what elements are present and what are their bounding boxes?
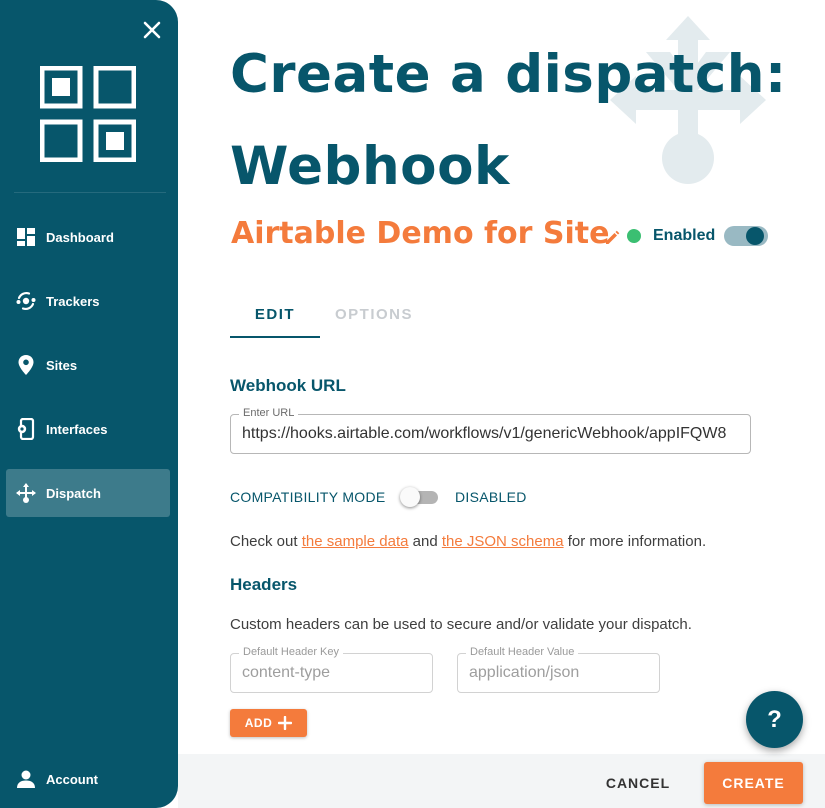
webhook-url-field-label: Enter URL bbox=[239, 407, 299, 419]
sidebar-item-label: Trackers bbox=[46, 293, 100, 309]
header-value-field-label: Default Header Value bbox=[466, 646, 579, 658]
webhook-url-heading: Webhook URL bbox=[230, 376, 346, 395]
add-header-button[interactable]: ADD bbox=[230, 709, 307, 737]
headers-description: Custom headers can be used to secure and… bbox=[230, 616, 692, 633]
compatibility-mode-toggle[interactable] bbox=[400, 487, 440, 507]
webhook-url-field[interactable]: Enter URL https://hooks.airtable.com/wor… bbox=[230, 407, 751, 454]
sidebar-item-label: Dispatch bbox=[46, 485, 101, 501]
header-key-field[interactable]: Default Header Key content-type bbox=[230, 646, 433, 693]
header-key-field-label: Default Header Key bbox=[239, 646, 343, 658]
sidebar-item-trackers[interactable]: Trackers bbox=[6, 277, 170, 325]
app-logo-icon bbox=[40, 66, 136, 162]
app-root: Dashboard Trackers Sites Interfaces Disp… bbox=[0, 0, 825, 808]
page-title-type: Webhook bbox=[230, 136, 510, 197]
sidebar-item-label: Sites bbox=[46, 357, 78, 373]
help-button[interactable]: ? bbox=[746, 691, 803, 748]
sidebar: Dashboard Trackers Sites Interfaces Disp… bbox=[0, 0, 178, 808]
compatibility-toggle-thumb bbox=[400, 487, 420, 507]
enabled-toggle-thumb bbox=[746, 227, 764, 245]
header-value-field[interactable]: Default Header Value application/json bbox=[457, 646, 660, 693]
headers-heading: Headers bbox=[230, 575, 298, 594]
info-middle: and bbox=[408, 533, 442, 550]
sidebar-item-dashboard[interactable]: Dashboard bbox=[6, 213, 170, 261]
plus-icon bbox=[278, 716, 293, 730]
header-key-input[interactable]: content-type bbox=[242, 664, 426, 682]
sidebar-divider bbox=[14, 192, 166, 193]
enabled-toggle[interactable] bbox=[724, 226, 768, 246]
cancel-button[interactable]: CANCEL bbox=[588, 764, 688, 802]
sidebar-item-account[interactable]: Account bbox=[6, 755, 170, 803]
sample-data-link[interactable]: the sample data bbox=[302, 533, 409, 550]
compatibility-state-label: DISABLED bbox=[455, 489, 527, 505]
tab-options[interactable]: OPTIONS bbox=[322, 298, 426, 338]
json-schema-link[interactable]: the JSON schema bbox=[442, 533, 564, 550]
dispatch-name: Airtable Demo for Site bbox=[231, 216, 610, 251]
sidebar-item-dispatch[interactable]: Dispatch bbox=[6, 469, 170, 517]
trackers-icon bbox=[15, 290, 37, 312]
create-button[interactable]: CREATE bbox=[704, 762, 803, 804]
tab-edit[interactable]: EDIT bbox=[230, 298, 320, 338]
info-suffix: for more information. bbox=[563, 533, 707, 550]
sidebar-item-label: Account bbox=[46, 771, 98, 787]
status-label: Enabled bbox=[653, 227, 716, 244]
info-text: Check out the sample data and the JSON s… bbox=[230, 533, 706, 550]
close-icon bbox=[143, 21, 161, 39]
location-pin-icon bbox=[15, 354, 37, 376]
interfaces-icon bbox=[15, 418, 37, 440]
header-value-input[interactable]: application/json bbox=[469, 664, 653, 682]
close-sidebar-button[interactable] bbox=[140, 18, 164, 42]
page-title: Create a dispatch: bbox=[230, 44, 787, 105]
edit-name-pencil-icon[interactable] bbox=[604, 230, 620, 246]
sidebar-item-sites[interactable]: Sites bbox=[6, 341, 170, 389]
sidebar-item-label: Dashboard bbox=[46, 229, 114, 245]
account-icon bbox=[15, 768, 37, 790]
info-prefix: Check out bbox=[230, 533, 302, 550]
dispatch-arrows-icon bbox=[15, 482, 37, 504]
sidebar-item-label: Interfaces bbox=[46, 421, 108, 437]
compatibility-mode-label: COMPATIBILITY MODE bbox=[230, 489, 386, 505]
add-button-label: ADD bbox=[244, 716, 273, 730]
status-indicator-dot bbox=[627, 229, 641, 243]
sidebar-item-interfaces[interactable]: Interfaces bbox=[6, 405, 170, 453]
dashboard-icon bbox=[15, 226, 37, 248]
webhook-url-input[interactable]: https://hooks.airtable.com/workflows/v1/… bbox=[242, 425, 744, 443]
